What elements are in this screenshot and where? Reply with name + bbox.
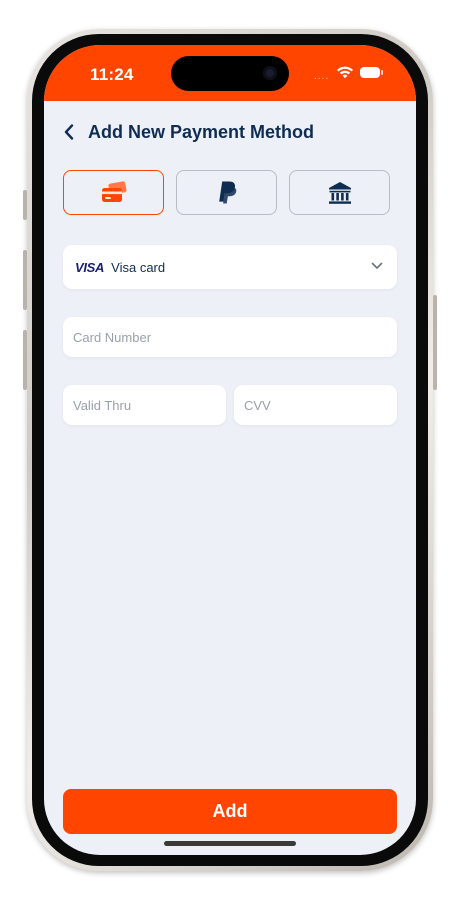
- volume-up-button: [23, 250, 27, 310]
- credit-card-icon: [101, 180, 127, 202]
- chevron-down-icon: [371, 262, 383, 269]
- card-type-value: Visa card: [111, 259, 166, 275]
- card-number-input[interactable]: [63, 317, 397, 357]
- status-bar: 11:24 ....: [44, 45, 416, 101]
- bank-icon: [328, 181, 351, 204]
- tab-paypal[interactable]: [176, 170, 277, 215]
- payment-method-tabs: [63, 170, 397, 217]
- battery-icon: [360, 67, 383, 78]
- power-button: [433, 295, 437, 390]
- page-header: Add New Payment Method: [62, 119, 382, 145]
- wifi-icon: [337, 66, 353, 79]
- add-button[interactable]: Add: [63, 789, 397, 834]
- action-button: [23, 190, 27, 220]
- home-indicator: [164, 841, 296, 846]
- volume-down-button: [23, 330, 27, 390]
- status-icons: ....: [314, 65, 394, 82]
- chevron-left-icon[interactable]: [62, 123, 76, 141]
- visa-logo: VISA: [75, 259, 105, 275]
- status-time: 11:24: [90, 65, 134, 84]
- card-type-select[interactable]: VISA Visa card: [63, 245, 397, 289]
- valid-thru-input[interactable]: [63, 385, 226, 425]
- camera-icon: [263, 66, 277, 80]
- dynamic-island: [171, 56, 289, 91]
- app-screen: 11:24 .... Add New Payment Method VISA V…: [44, 45, 416, 855]
- tab-bank[interactable]: [289, 170, 390, 215]
- cellular-signal-icon: ....: [314, 71, 330, 82]
- page-title: Add New Payment Method: [88, 121, 315, 142]
- cvv-input[interactable]: [234, 385, 397, 425]
- paypal-icon: [218, 181, 236, 203]
- tab-card[interactable]: [63, 170, 164, 215]
